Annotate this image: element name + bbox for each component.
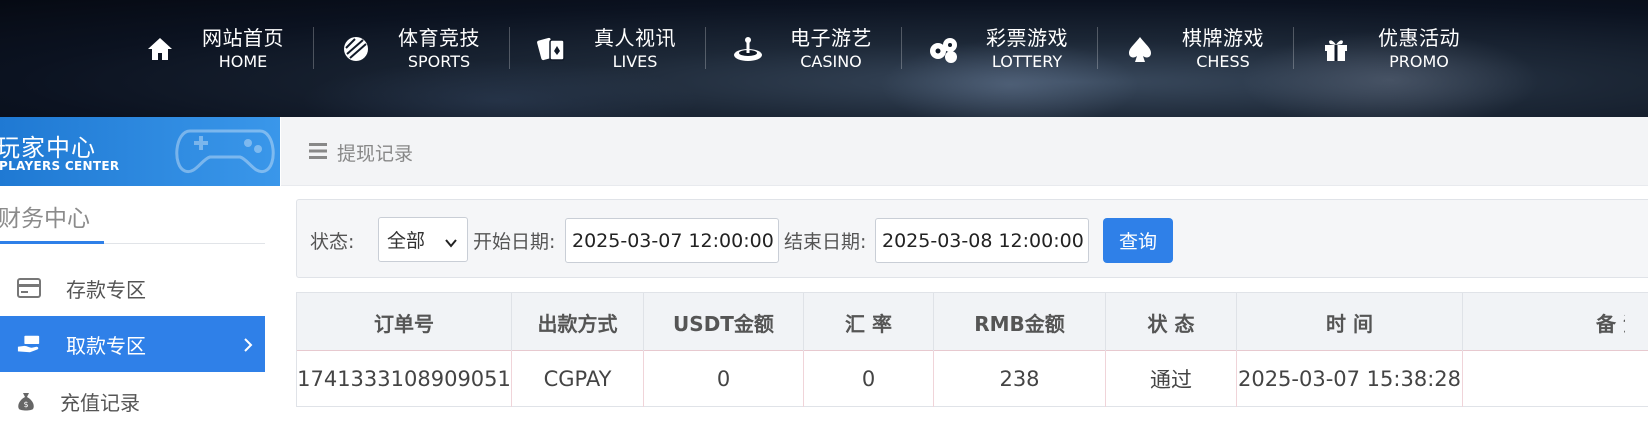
sidebar-item-recharge-record[interactable]: $ 充值记录	[0, 373, 265, 429]
money-bag-icon: $	[14, 389, 38, 413]
roulette-icon	[732, 33, 764, 65]
col-status: 状 态	[1106, 293, 1237, 351]
nav-chess-sub: CHESS	[1196, 52, 1250, 71]
nav-item-chess[interactable]: 棋牌游戏 CHESS	[1124, 24, 1264, 74]
end-date-input[interactable]: 2025-03-08 12:00:00	[875, 218, 1089, 263]
col-payout-method: 出款方式	[512, 293, 644, 351]
nav-lives-label: 真人视讯	[594, 26, 676, 50]
nav-item-lives[interactable]: 真人视讯 LIVES	[536, 24, 676, 74]
players-center-subtitle: PLAYERS CENTER	[0, 159, 120, 173]
menu-icon[interactable]	[308, 141, 328, 165]
table-cell-status: 通过	[1106, 351, 1237, 407]
filter-bar: 状态: 全部 开始日期: 2025-03-07 12:00:00 结束日期: 2…	[296, 199, 1648, 278]
nav-lives-sub: LIVES	[612, 52, 658, 71]
section-underline	[0, 241, 104, 244]
table-cell-time: 2025-03-07 15:38:28	[1237, 351, 1463, 407]
nav-item-casino[interactable]: 电子游艺 CASINO	[732, 24, 872, 74]
cards-icon	[536, 33, 568, 65]
hand-cash-icon	[17, 332, 41, 356]
nav-lottery-label: 彩票游戏	[986, 26, 1068, 50]
col-remark: 备 注	[1463, 293, 1625, 351]
lottery-balls-icon	[928, 33, 960, 65]
col-order-no: 订单号	[297, 293, 512, 351]
ball-icon	[340, 33, 372, 65]
nav-home-sub: HOME	[218, 52, 268, 71]
nav-lottery-sub: LOTTERY	[991, 52, 1063, 71]
gamepad-icon	[175, 129, 275, 174]
sidebar-item-label: 取款专区	[66, 333, 146, 358]
table-cell-order-no: 1741333108909051	[297, 351, 512, 407]
home-icon	[144, 33, 176, 65]
col-rate: 汇 率	[804, 293, 934, 351]
page-header: 提现记录	[281, 117, 1648, 186]
finance-center-title: 财务中心	[0, 206, 90, 232]
status-label: 状态:	[310, 231, 355, 253]
top-nav: 网站首页 HOME 体育竞技 SPORTS 真人视讯 LIVES 电子游艺 CASINO…	[0, 0, 1648, 117]
sidebar-item-deposit[interactable]: 存款专区	[0, 260, 265, 316]
nav-sports-label: 体育竞技	[398, 26, 480, 50]
col-rmb-amount: RMB金额	[934, 293, 1106, 351]
nav-promo-sub: PROMO	[1389, 52, 1449, 71]
nav-promo-label: 优惠活动	[1378, 26, 1460, 50]
table-cell-rate: 0	[804, 351, 934, 407]
nav-item-sports[interactable]: 体育竞技 SPORTS	[340, 24, 480, 74]
players-center-banner: 玩家中心 PLAYERS CENTER	[0, 117, 280, 186]
nav-item-promo[interactable]: 优惠活动 PROMO	[1320, 24, 1460, 74]
nav-sports-sub: SPORTS	[407, 52, 471, 71]
col-remark-label: 备 注	[1596, 311, 1625, 336]
withdrawal-table: 订单号 出款方式 USDT金额 汇 率 RMB金额 状 态 时 间 备 注 17…	[296, 292, 1648, 407]
nav-casino-label: 电子游艺	[790, 26, 872, 50]
sidebar: 玩家中心 PLAYERS CENTER 财务中心 存款专区 取款专区 $ 充值记…	[0, 117, 281, 444]
spade-icon	[1124, 33, 1156, 65]
nav-item-home[interactable]: 网站首页 HOME	[144, 24, 284, 74]
query-button[interactable]: 查询	[1103, 218, 1173, 263]
status-select[interactable]: 全部	[378, 217, 468, 262]
card-icon	[17, 276, 41, 300]
gift-icon	[1320, 33, 1352, 65]
nav-home-label: 网站首页	[202, 26, 284, 50]
col-time: 时 间	[1237, 293, 1463, 351]
start-date-input[interactable]: 2025-03-07 12:00:00	[565, 218, 779, 263]
status-select-value: 全部	[387, 230, 426, 252]
chevron-right-icon	[243, 334, 253, 358]
end-date-label: 结束日期:	[784, 231, 867, 253]
table-cell-usdt-amount: 0	[644, 351, 804, 407]
table-cell-remark	[1463, 351, 1625, 407]
nav-chess-label: 棋牌游戏	[1182, 26, 1264, 50]
col-usdt-amount: USDT金额	[644, 293, 804, 351]
start-date-label: 开始日期:	[473, 231, 556, 253]
nav-casino-sub: CASINO	[800, 52, 862, 71]
sidebar-item-label: 存款专区	[66, 277, 146, 302]
svg-text:$: $	[23, 400, 28, 409]
players-center-title: 玩家中心	[0, 134, 96, 162]
table-cell-rmb-amount: 238	[934, 351, 1106, 407]
sidebar-item-label: 充值记录	[60, 390, 140, 415]
sidebar-item-withdraw[interactable]: 取款专区	[0, 316, 265, 372]
page-title: 提现记录	[337, 143, 414, 165]
nav-item-lottery[interactable]: 彩票游戏 LOTTERY	[928, 24, 1068, 74]
chevron-down-icon	[444, 233, 458, 255]
table-cell-payout-method: CGPAY	[512, 351, 644, 407]
